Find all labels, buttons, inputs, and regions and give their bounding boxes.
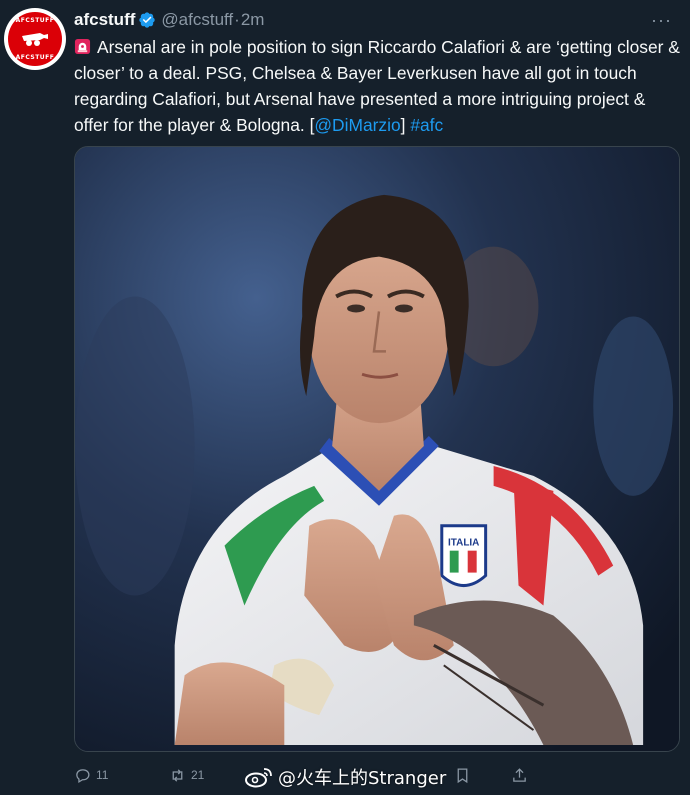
avatar[interactable]: AFCSTUFF AFCSTUFF [4, 8, 66, 70]
separator-dot: · [234, 10, 240, 29]
tweet-media-image[interactable]: ITALIA [74, 146, 680, 752]
verified-badge-icon [139, 12, 156, 28]
retweet-icon [172, 768, 183, 782]
timestamp[interactable]: 2m [241, 10, 265, 30]
tweet-header: afcstuff @afcstuff · 2m ··· [74, 8, 676, 32]
player-photo: ITALIA [75, 147, 679, 751]
bookmark-icon [457, 767, 468, 783]
bracket-close: ] [400, 115, 411, 135]
avatar-bottom-text: AFCSTUFF [15, 54, 55, 61]
share-icon [513, 767, 526, 782]
mention-link[interactable]: @DiMarzio [314, 115, 400, 135]
tweet-text: Arsenal are in pole position to sign Ric… [74, 34, 680, 138]
retweet-count: 21 [191, 768, 205, 782]
handle[interactable]: @afcstuff [161, 10, 233, 30]
italia-badge-text: ITALIA [448, 538, 479, 549]
display-name[interactable]: afcstuff [74, 10, 135, 30]
rotating-light-emoji-icon [74, 38, 91, 55]
reply-count: 11 [96, 768, 109, 782]
tweet-card[interactable]: AFCSTUFF AFCSTUFF afcstuff @afcstuff · 2… [0, 0, 690, 795]
weibo-logo-icon [245, 768, 272, 788]
weibo-watermark: @火车上的Stranger [244, 764, 446, 790]
cannon-icon [22, 33, 48, 46]
share-button[interactable] [511, 767, 528, 784]
reply-button[interactable]: 11 [74, 767, 169, 784]
arsenal-crest-icon: AFCSTUFF AFCSTUFF [8, 12, 62, 66]
watermark-text: @火车上的Stranger [278, 768, 447, 789]
avatar-top-text: AFCSTUFF [15, 17, 55, 24]
hashtag-link[interactable]: #afc [410, 115, 443, 135]
more-horizontal-icon[interactable]: ··· [647, 11, 676, 29]
reply-icon [76, 768, 90, 783]
bookmark-button[interactable] [454, 767, 471, 784]
